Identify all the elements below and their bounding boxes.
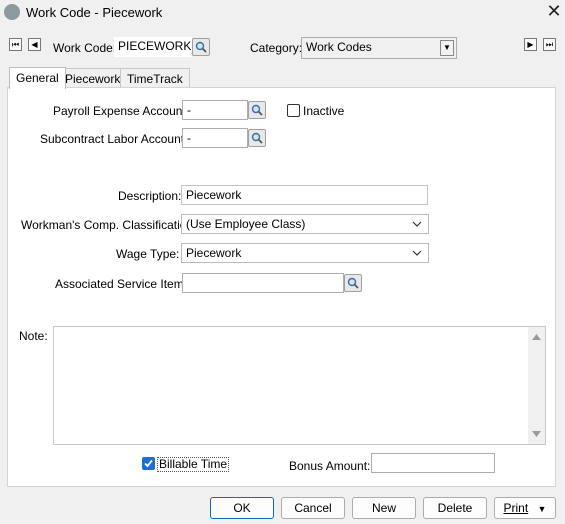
workmans-comp-label: Workman's Comp. Classification: (21, 218, 197, 232)
magnifier-icon (251, 104, 263, 116)
subcontract-labor-label: Subcontract Labor Account: (40, 132, 188, 146)
chevron-down-icon (412, 221, 422, 227)
tab-timetrack[interactable]: TimeTrack (120, 68, 190, 89)
chevron-down-icon (412, 250, 422, 256)
service-item-field[interactable] (182, 273, 344, 293)
workmans-comp-value: (Use Employee Class) (186, 217, 306, 231)
category-select[interactable]: Work Codes (301, 37, 457, 59)
dropdown-arrow-icon: ▼ (537, 504, 547, 514)
scroll-down-icon[interactable] (532, 431, 541, 437)
magnifier-icon (195, 41, 207, 53)
inactive-checkbox[interactable] (287, 104, 300, 117)
billable-time-label: Billable Time (157, 457, 230, 472)
wage-type-select[interactable]: Piecework (181, 243, 429, 263)
work-code-lookup-button[interactable] (192, 38, 210, 56)
tab-piecework[interactable]: Piecework (58, 68, 128, 89)
prev-record-icon[interactable]: ◀ (28, 38, 41, 51)
dropdown-arrow-icon[interactable]: ▼ (440, 40, 454, 56)
tab-general[interactable]: General (9, 67, 66, 89)
service-item-lookup-button[interactable] (344, 274, 362, 292)
inactive-label: Inactive (303, 104, 345, 118)
bonus-amount-field[interactable] (371, 453, 495, 473)
wage-type-label: Wage Type: (116, 247, 180, 261)
description-label: Description: (118, 189, 182, 203)
close-icon[interactable]: ✕ (544, 1, 564, 21)
work-code-label: Work Code: (53, 41, 117, 55)
service-item-label: Associated Service Item: (55, 277, 188, 291)
checkmark-icon (144, 459, 153, 468)
print-button[interactable]: Print ▼ (494, 497, 556, 519)
note-label: Note: (19, 329, 48, 343)
bonus-amount-label: Bonus Amount: (289, 459, 371, 473)
cancel-button[interactable]: Cancel (281, 497, 345, 519)
subcontract-labor-lookup-button[interactable] (248, 129, 266, 147)
subcontract-labor-field[interactable]: - (182, 128, 248, 148)
category-value: Work Codes (306, 40, 372, 54)
next-record-icon[interactable]: ▶ (524, 38, 537, 51)
note-textarea[interactable] (53, 326, 546, 445)
magnifier-icon (347, 277, 359, 289)
payroll-expense-field[interactable]: - (182, 100, 248, 120)
title-bar: Work Code - Piecework ✕ (0, 0, 565, 26)
scroll-up-icon[interactable] (532, 334, 541, 340)
new-button[interactable]: New (352, 497, 416, 519)
payroll-expense-label: Payroll Expense Account: (53, 104, 190, 118)
billable-time-checkbox[interactable] (142, 457, 155, 470)
category-label: Category: (250, 41, 303, 55)
delete-button[interactable]: Delete (423, 497, 487, 519)
first-record-icon[interactable]: ⏮ (9, 38, 22, 51)
app-icon (4, 4, 20, 20)
last-record-icon[interactable]: ⏭ (543, 38, 556, 51)
description-field[interactable]: Piecework (181, 185, 428, 205)
ok-button[interactable]: OK (210, 497, 274, 519)
work-code-field[interactable]: PIECEWORK (114, 37, 192, 57)
wage-type-value: Piecework (186, 246, 242, 260)
print-button-label: Print (503, 501, 529, 515)
magnifier-icon (251, 132, 263, 144)
workmans-comp-select[interactable]: (Use Employee Class) (181, 214, 429, 234)
note-scrollbar[interactable] (528, 327, 545, 444)
window-title: Work Code - Piecework (26, 5, 163, 20)
payroll-expense-lookup-button[interactable] (248, 101, 266, 119)
